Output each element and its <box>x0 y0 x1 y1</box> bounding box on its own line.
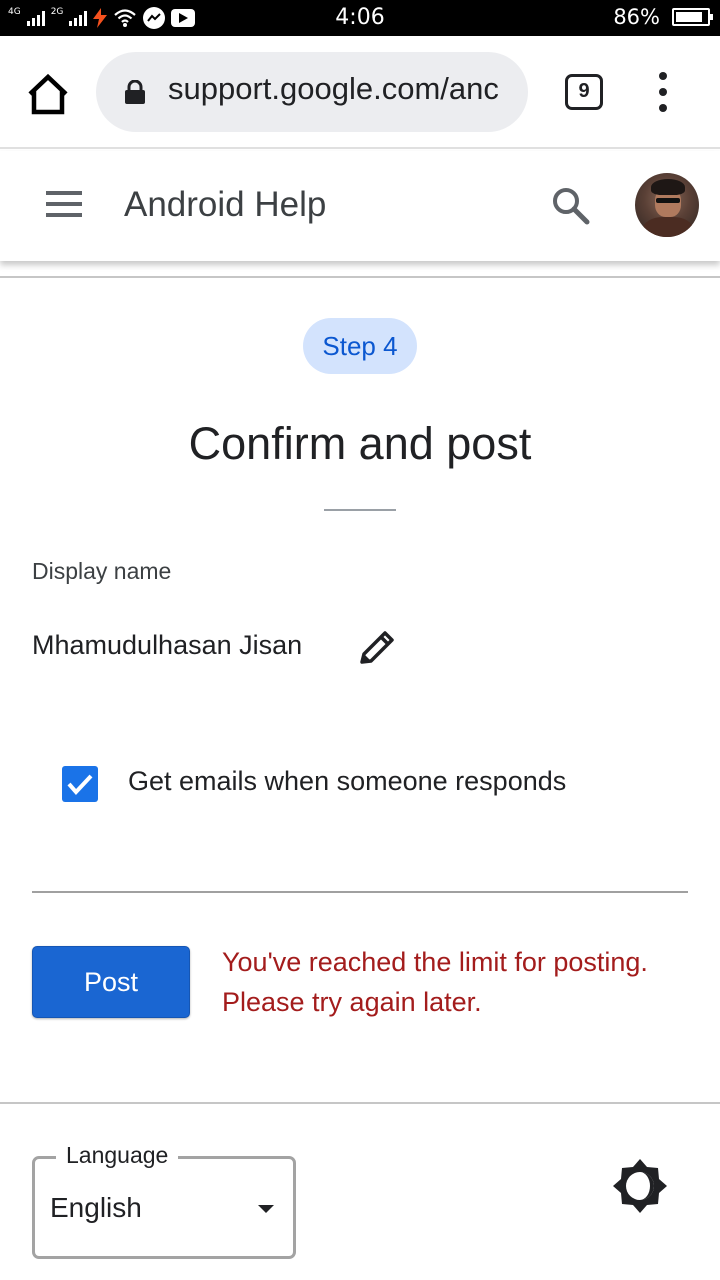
browser-toolbar: support.google.com/anc 9 <box>0 36 720 149</box>
language-label: Language <box>56 1142 179 1169</box>
email-notify-checkbox[interactable] <box>62 766 98 802</box>
step-badge: Step 4 <box>303 318 417 374</box>
battery-status: 86% <box>613 5 713 29</box>
divider <box>0 276 720 278</box>
display-name-label: Display name <box>32 558 172 584</box>
checkmark-icon <box>67 774 93 795</box>
pencil-icon[interactable] <box>356 628 398 668</box>
caret-down-icon[interactable] <box>258 1205 274 1213</box>
page-title: Confirm and post <box>188 418 532 469</box>
address-bar[interactable]: support.google.com/anc <box>96 52 528 132</box>
avatar[interactable] <box>635 173 699 237</box>
language-value[interactable]: English <box>50 1192 142 1224</box>
status-bar: 4G 2G 4:06 86% <box>0 0 720 36</box>
app-header: Android Help <box>0 151 720 261</box>
hamburger-icon[interactable] <box>46 191 82 217</box>
error-message: You've reached the limit for posting. Pl… <box>222 942 692 1022</box>
app-title[interactable]: Android Help <box>124 185 326 225</box>
battery-percent: 86% <box>613 5 660 29</box>
theme-toggle-icon[interactable] <box>612 1158 668 1214</box>
lock-icon <box>125 80 145 104</box>
divider <box>32 891 688 893</box>
divider <box>0 1102 720 1104</box>
clock: 4:06 <box>335 5 385 30</box>
error-line: Please try again later. <box>222 987 482 1017</box>
tab-switcher-button[interactable]: 9 <box>565 74 603 110</box>
email-notify-label[interactable]: Get emails when someone responds <box>128 766 566 797</box>
url-text[interactable]: support.google.com/anc <box>168 71 512 107</box>
battery-icon <box>672 8 713 26</box>
divider <box>324 509 396 511</box>
search-icon[interactable] <box>550 185 592 227</box>
post-button[interactable]: Post <box>32 946 190 1018</box>
display-name-value: Mhamudulhasan Jisan <box>32 630 303 660</box>
home-icon[interactable] <box>24 72 72 116</box>
error-line: You've reached the limit for posting. <box>222 947 648 977</box>
more-vert-icon[interactable] <box>650 72 676 112</box>
